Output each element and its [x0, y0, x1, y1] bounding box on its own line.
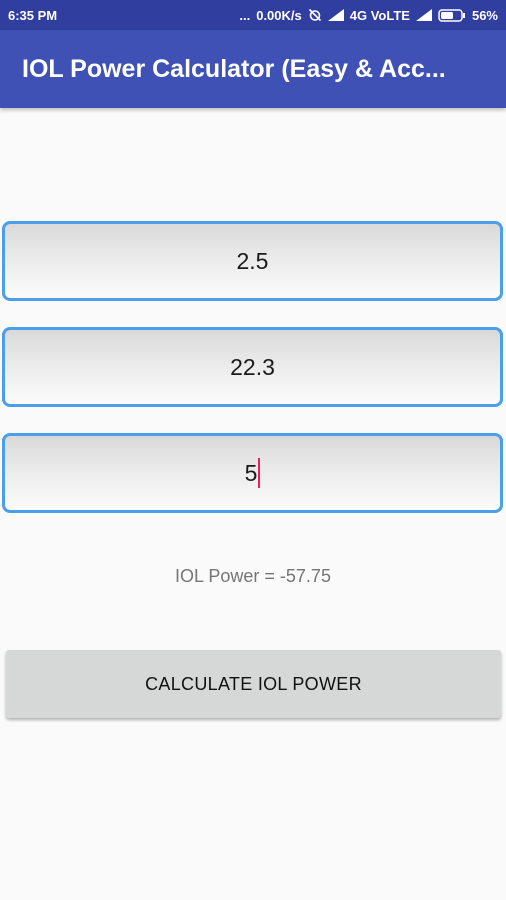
input-value-1: 2.5: [236, 247, 269, 274]
alarm-off-icon: [308, 8, 322, 22]
input-value-2: 22.3: [230, 353, 275, 380]
network-type: 4G VoLTE: [349, 7, 410, 23]
input-value-3-wrapper: 5: [245, 458, 261, 488]
battery-percent: 56%: [471, 7, 498, 23]
signal-icon: [415, 9, 432, 21]
text-cursor: [258, 458, 261, 488]
input-field-3[interactable]: 5: [2, 433, 503, 513]
input-field-2[interactable]: 22.3: [2, 327, 503, 407]
net-speed: 0.00K/s: [256, 7, 302, 23]
app-bar: IOL Power Calculator (Easy & Acc...: [0, 30, 506, 108]
input-field-1[interactable]: 2.5: [2, 221, 503, 301]
status-indicators: ... 0.00K/s 4G VoLTE 56%: [239, 8, 498, 23]
app-title: IOL Power Calculator (Easy & Acc...: [22, 54, 446, 83]
battery-icon: [438, 8, 466, 22]
status-bar: 6:35 PM ... 0.00K/s 4G VoLTE 56%: [0, 0, 506, 30]
signal-icon: [327, 9, 344, 21]
calculate-button[interactable]: CALCULATE IOL POWER: [6, 650, 501, 718]
result-text: IOL Power = -57.75: [175, 566, 331, 586]
status-dots: ...: [239, 7, 251, 23]
input-value-3: 5: [244, 459, 258, 486]
status-time: 6:35 PM: [8, 7, 58, 23]
